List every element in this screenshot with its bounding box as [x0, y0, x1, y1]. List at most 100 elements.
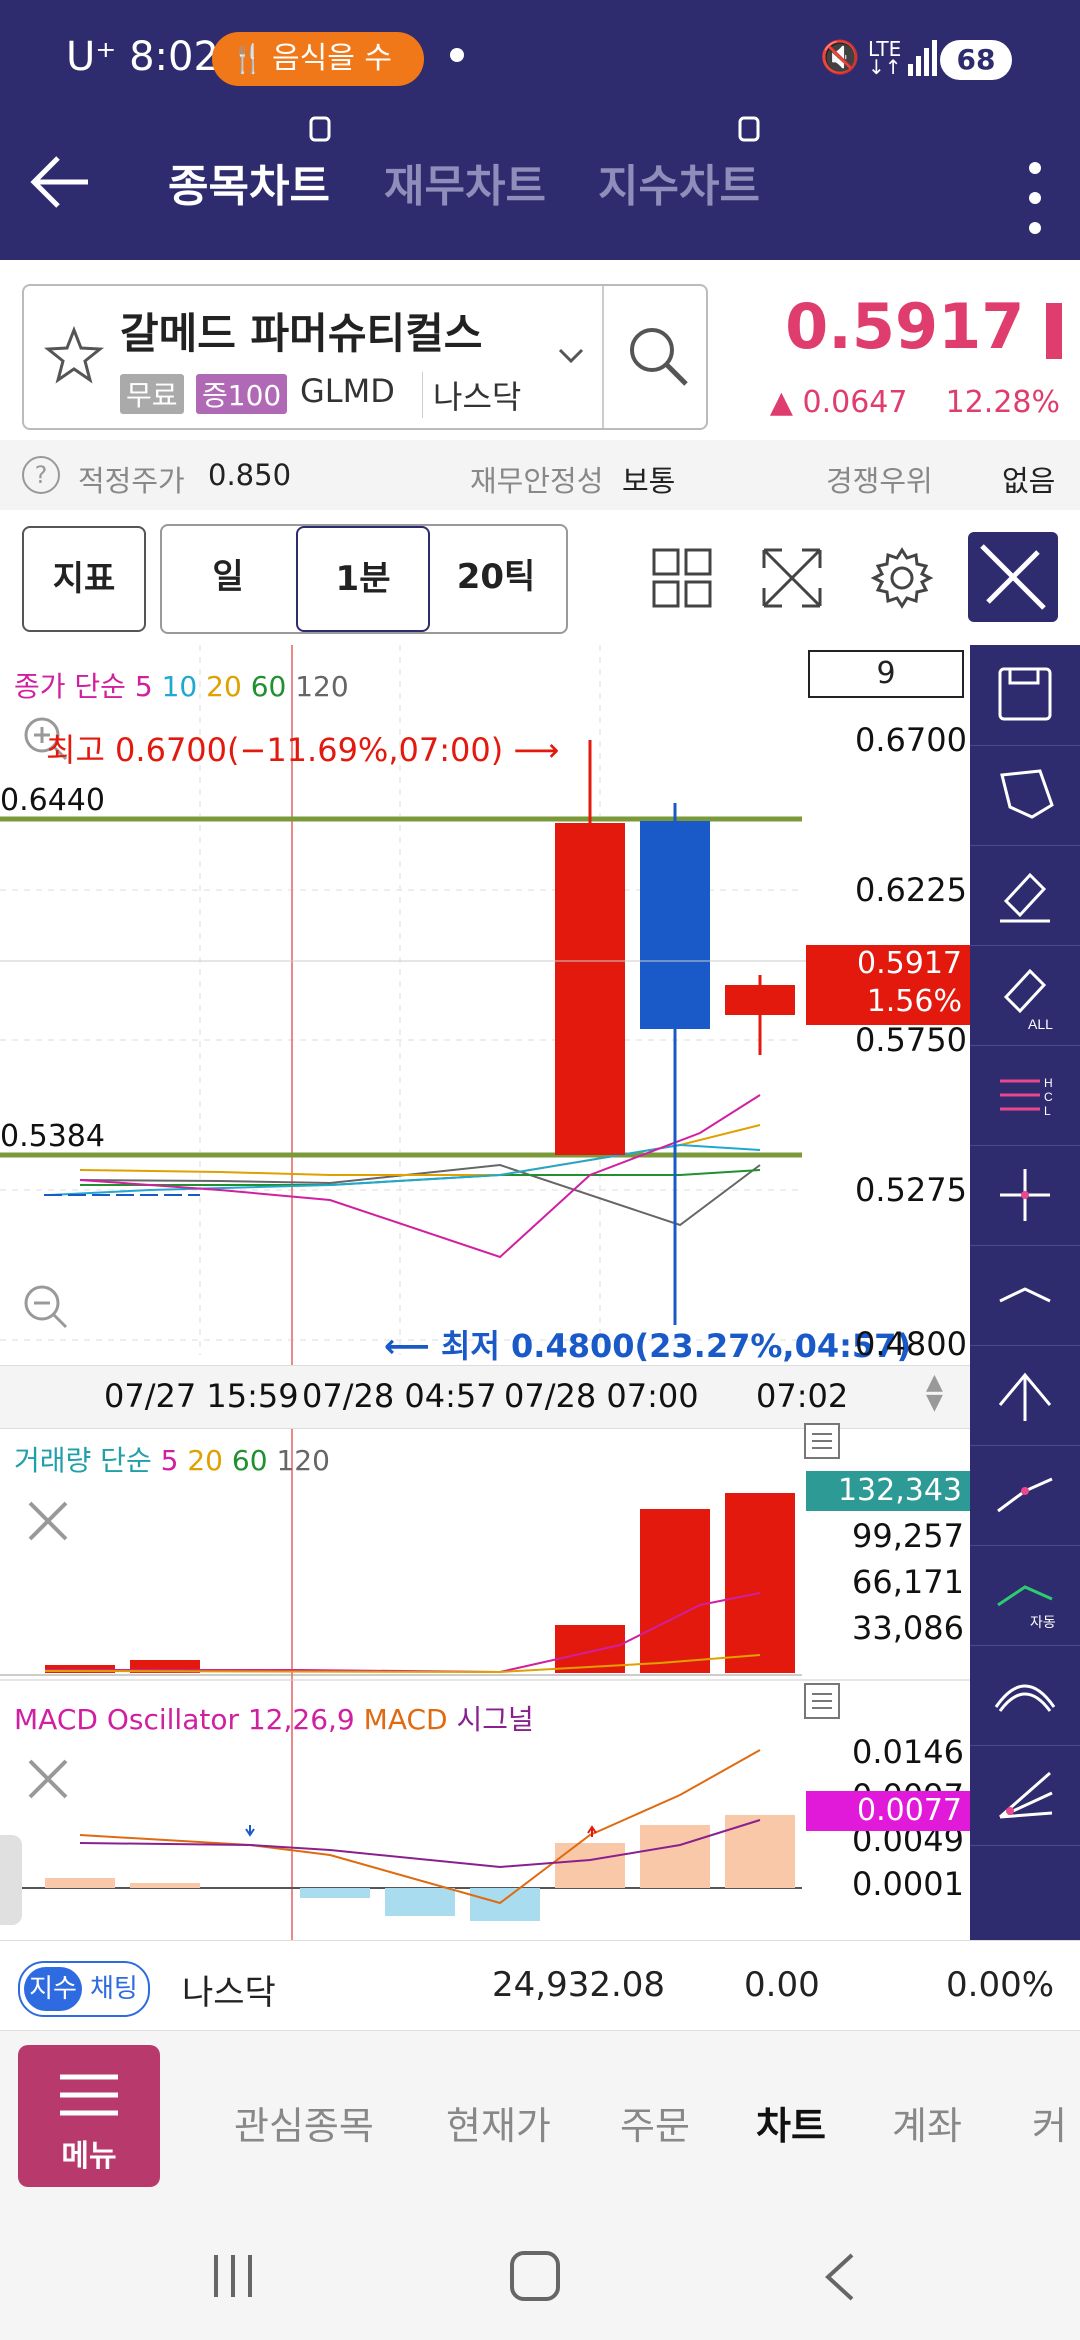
volume-bar[interactable] [725, 1493, 795, 1673]
tab-financial-chart[interactable]: 재무차트 [384, 150, 546, 214]
svg-text:C: C [1044, 1090, 1053, 1104]
help-icon[interactable]: ? [22, 456, 60, 494]
chart-svg [0, 645, 970, 1940]
margin-badge: 증100 [196, 374, 288, 414]
nav-watchlist[interactable]: 관심종목 [234, 2095, 374, 2150]
nav-quote[interactable]: 현재가 [446, 2095, 551, 2150]
status-bar: U⁺ 8:02 🍴 음식을 수 🔇 LTE ↓↑ 68 [0, 0, 1080, 120]
system-nav-bar [0, 2205, 1080, 2340]
recent-apps-icon[interactable] [208, 2251, 258, 2301]
gear-icon[interactable] [870, 546, 934, 610]
erase-all-button[interactable]: ALL [970, 945, 1080, 1046]
menu-label: 메뉴 [61, 2139, 117, 2174]
menu-button[interactable]: 메뉴 [18, 2045, 160, 2187]
notification-text: 음식을 수 [272, 41, 392, 76]
volume-legend[interactable]: 거래량 단순 5 20 60 120 [14, 1439, 330, 1479]
candle-3[interactable] [725, 985, 795, 1015]
volume-current-tag: 132,343 [806, 1471, 970, 1511]
osc-bar [385, 1888, 455, 1916]
indicator-button[interactable]: 지표 [22, 526, 146, 632]
back-arrow-icon[interactable] [28, 150, 92, 214]
bottom-nav: 메뉴 관심종목 현재가 주문 차트 계좌 커 [0, 2030, 1080, 2206]
index-name: 나스닥 [182, 1973, 276, 2013]
period-input[interactable]: 9 [808, 650, 964, 698]
panel-menu-icon[interactable] [804, 1683, 840, 1719]
tick-button[interactable]: 20틱 [430, 526, 562, 628]
index-chat-toggle[interactable]: 지수 채팅 [18, 1961, 150, 2017]
hline-lower-label: 0.5384 [0, 1119, 105, 1154]
nav-chart[interactable]: 차트 [756, 2095, 826, 2150]
x-tick: 07/28 07:00 [504, 1377, 699, 1415]
expand-icon[interactable] [760, 546, 824, 610]
tab-index-chart[interactable]: 지수차트 [598, 150, 760, 214]
trendline-tool-button[interactable] [970, 1245, 1080, 1346]
y-tick-volume: 66,171 [852, 1563, 964, 1601]
osc-bar [470, 1888, 540, 1921]
tab-stock-chart[interactable]: 종목차트 [168, 150, 330, 214]
home-icon[interactable] [508, 2249, 564, 2305]
search-icon[interactable] [624, 322, 694, 392]
chart-area[interactable]: 종가 단순 5 10 20 60 120 9 최고 0.6700(−11.69%… [0, 645, 970, 1940]
star-icon[interactable] [42, 324, 106, 388]
x-tick: 07/28 04:57 [302, 1377, 497, 1415]
side-drawer-handle[interactable] [0, 1835, 22, 1925]
nav-order[interactable]: 주문 [620, 2095, 690, 2150]
notification-pill[interactable]: 🍴 음식을 수 [212, 32, 424, 86]
back-icon[interactable] [820, 2251, 860, 2303]
nav-more[interactable]: 커 [1032, 2095, 1080, 2150]
save-button[interactable] [970, 645, 1080, 746]
day-button[interactable]: 일 [162, 526, 294, 628]
divider [602, 286, 604, 428]
line-tool-button[interactable] [970, 1445, 1080, 1546]
y-tick-volume: 33,086 [852, 1609, 964, 1647]
crosshair-tool-button[interactable] [970, 1145, 1080, 1246]
macd-legend[interactable]: MACD Oscillator 12,26,9 MACD 시그널 [14, 1698, 534, 1738]
battery-indicator: 68 [940, 40, 1012, 80]
osc-bar [300, 1888, 370, 1898]
nav-account[interactable]: 계좌 [892, 2095, 962, 2150]
competitive-label: 경쟁우위 [826, 464, 933, 498]
vertex-tool-button[interactable] [970, 1345, 1080, 1446]
price-change: ▲ 0.0647 12.28% [769, 385, 1060, 420]
y-tick-macd: 0.0001 [852, 1865, 964, 1903]
arc-tool-button[interactable] [970, 1645, 1080, 1746]
copy-icon [309, 116, 331, 142]
index-badge: 지수 [24, 1967, 82, 2011]
hcl-tool-button[interactable]: HCL [970, 1045, 1080, 1146]
shape-tool-button[interactable] [970, 745, 1080, 846]
close-icon[interactable] [22, 1753, 74, 1805]
zoom-out-icon[interactable] [22, 1283, 70, 1331]
stock-name: 갈메드 파머슈티컬스 [120, 309, 483, 358]
close-icon[interactable] [22, 1495, 74, 1547]
price-legend[interactable]: 종가 단순 5 10 20 60 120 [14, 665, 349, 705]
more-menu-icon[interactable] [1020, 160, 1050, 250]
lte-icon: LTE ↓↑ [868, 37, 902, 79]
fan-tool-button[interactable] [970, 1745, 1080, 1846]
drawing-tools-button[interactable] [968, 532, 1058, 622]
index-ticker-bar[interactable]: 지수 채팅 나스닥 24,932.08 0.00 0.00% [0, 1940, 1080, 2031]
index-value: 24,932.08 [492, 1965, 666, 2005]
volume-bar[interactable] [640, 1509, 710, 1673]
osc-bar [130, 1883, 200, 1888]
eraser-button[interactable] [970, 845, 1080, 946]
index-change: 0.00 [744, 1965, 820, 2005]
app-header: 종목차트 재무차트 지수차트 [0, 116, 1080, 260]
chevron-down-icon[interactable] [556, 346, 586, 366]
resize-arrows-icon[interactable]: ▲ ▼ [926, 1372, 943, 1414]
auto-line-button[interactable]: 자동 [970, 1545, 1080, 1646]
candle-2[interactable] [640, 821, 710, 1029]
x-tick: 07/27 15:59 [104, 1377, 299, 1415]
minute-button[interactable]: 1분 [296, 526, 430, 632]
volume-bars [45, 1493, 795, 1673]
status-time: U⁺ 8:02 [66, 34, 219, 80]
valuation-row: ? 적정주가 0.850 재무안정성 보통 경쟁우위 없음 [0, 440, 1080, 510]
candle-1[interactable] [555, 823, 625, 1155]
y-tick-price: 0.5275 [855, 1171, 967, 1209]
grid-layout-icon[interactable] [652, 548, 712, 608]
signal-icon [908, 40, 937, 76]
stock-selector[interactable]: 갈메드 파머슈티컬스 무료 증100 GLMD 나스닥 [22, 284, 708, 430]
y-tick-price: 0.5750 [855, 1021, 967, 1059]
stock-ticker: GLMD [300, 372, 395, 410]
crosshair-icon [1000, 1169, 1050, 1221]
panel-menu-icon[interactable] [804, 1423, 840, 1459]
